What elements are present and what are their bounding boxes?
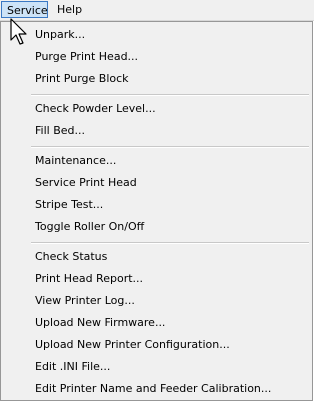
menu-item-edit-printer-name-feeder-calibration[interactable]: Edit Printer Name and Feeder Calibration… [35, 378, 271, 400]
menu-item-toggle-roller[interactable]: Toggle Roller On/Off [35, 216, 144, 238]
service-dropdown-menu: Unpark... Purge Print Head... Print Purg… [0, 21, 313, 401]
menu-bar: Service Help [0, 0, 314, 21]
mouse-pointer-icon [10, 18, 27, 45]
menu-item-unpark[interactable]: Unpark... [35, 24, 85, 46]
menu-item-maintenance[interactable]: Maintenance... [35, 150, 116, 172]
menu-item-upload-firmware[interactable]: Upload New Firmware... [35, 312, 165, 334]
menu-item-print-purge-block[interactable]: Print Purge Block [35, 68, 129, 90]
menu-item-view-printer-log[interactable]: View Printer Log... [35, 290, 135, 312]
menu-item-upload-printer-configuration[interactable]: Upload New Printer Configuration... [35, 334, 230, 356]
menu-item-service-print-head[interactable]: Service Print Head [35, 172, 137, 194]
menu-separator [31, 146, 309, 148]
menu-item-purge-print-head[interactable]: Purge Print Head... [35, 46, 138, 68]
menu-item-print-head-report[interactable]: Print Head Report... [35, 268, 143, 290]
menu-separator [31, 242, 309, 244]
menu-item-stripe-test[interactable]: Stripe Test... [35, 194, 103, 216]
menu-item-check-powder-level[interactable]: Check Powder Level... [35, 98, 156, 120]
menu-help[interactable]: Help [52, 1, 88, 18]
menu-separator [31, 94, 309, 96]
menu-service[interactable]: Service [1, 1, 48, 18]
menu-item-edit-ini-file[interactable]: Edit .INI File... [35, 356, 110, 378]
menu-item-fill-bed[interactable]: Fill Bed... [35, 120, 85, 142]
menu-item-check-status[interactable]: Check Status [35, 246, 107, 268]
